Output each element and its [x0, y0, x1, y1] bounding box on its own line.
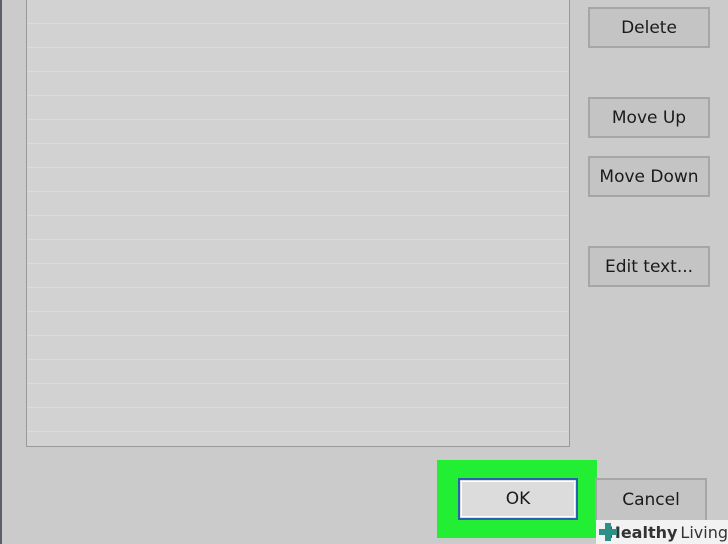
list-row[interactable]: [27, 240, 569, 264]
ok-button[interactable]: OK: [458, 478, 578, 520]
list-row[interactable]: [27, 48, 569, 72]
watermark: Healthy Living: [596, 520, 728, 544]
list-row[interactable]: [27, 264, 569, 288]
item-list[interactable]: [26, 0, 570, 447]
watermark-light: Living: [680, 522, 728, 542]
dialog: Delete Move Up Move Down Edit text... OK…: [2, 0, 728, 544]
list-row[interactable]: [27, 408, 569, 432]
list-row[interactable]: [27, 24, 569, 48]
plus-cross-icon: [599, 523, 617, 541]
list-row[interactable]: [27, 144, 569, 168]
move-down-button[interactable]: Move Down: [588, 156, 710, 197]
edit-text-button[interactable]: Edit text...: [588, 246, 710, 287]
watermark-bold: Healthy: [607, 522, 678, 542]
list-row[interactable]: [27, 216, 569, 240]
cancel-button[interactable]: Cancel: [595, 478, 707, 522]
list-row[interactable]: [27, 336, 569, 360]
list-row[interactable]: [27, 120, 569, 144]
list-row[interactable]: [27, 288, 569, 312]
list-row[interactable]: [27, 360, 569, 384]
move-up-button[interactable]: Move Up: [588, 97, 710, 138]
list-row[interactable]: [27, 96, 569, 120]
list-row[interactable]: [27, 192, 569, 216]
list-row[interactable]: [27, 384, 569, 408]
list-row[interactable]: [27, 0, 569, 24]
list-row[interactable]: [27, 72, 569, 96]
list-row[interactable]: [27, 312, 569, 336]
delete-button[interactable]: Delete: [588, 7, 710, 48]
list-row[interactable]: [27, 168, 569, 192]
